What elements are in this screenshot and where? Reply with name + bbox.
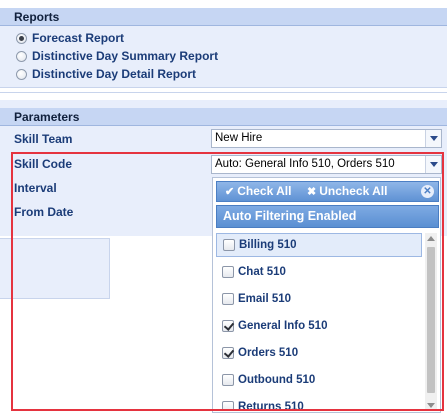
radio-checked-icon[interactable] bbox=[16, 32, 27, 44]
skill-code-value: Auto: General Info 510, Orders 510 bbox=[215, 158, 395, 170]
radio-distinctive-day-summary[interactable]: Distinctive Day Summary Report bbox=[16, 48, 218, 64]
checkbox[interactable] bbox=[222, 293, 234, 305]
x-icon: ✖ bbox=[307, 185, 317, 198]
list-item-label: Outbound 510 bbox=[238, 374, 316, 386]
list-item-billing[interactable]: Billing 510 bbox=[216, 233, 422, 257]
scroll-down-icon[interactable] bbox=[427, 403, 435, 408]
list-item-orders[interactable]: Orders 510 bbox=[216, 341, 422, 365]
check-all-button[interactable]: ✔ Check All bbox=[225, 184, 291, 198]
radio-label: Forecast Report bbox=[32, 31, 125, 45]
list-item-outbound[interactable]: Outbound 510 bbox=[216, 368, 422, 392]
checklist: Billing 510 Chat 510 Email 510 General I… bbox=[216, 233, 424, 411]
checkbox[interactable] bbox=[223, 239, 235, 251]
radio-label: Distinctive Day Summary Report bbox=[32, 49, 219, 63]
checkbox[interactable] bbox=[222, 374, 234, 386]
from-date-label: From Date bbox=[14, 205, 74, 219]
skill-code-select[interactable]: Auto: General Info 510, Orders 510 bbox=[211, 155, 442, 174]
checkmark-icon: ✔ bbox=[225, 185, 235, 198]
list-item-chat[interactable]: Chat 510 bbox=[216, 260, 422, 284]
checkbox-checked[interactable] bbox=[222, 347, 234, 359]
list-item-label: Orders 510 bbox=[238, 347, 299, 359]
skill-team-label: Skill Team bbox=[14, 132, 73, 146]
close-icon[interactable]: ✕ bbox=[421, 185, 434, 198]
list-item-label: Returns 510 bbox=[238, 401, 304, 411]
list-item-label: Email 510 bbox=[238, 293, 292, 305]
chevron-down-icon[interactable] bbox=[425, 130, 441, 147]
checkbox[interactable] bbox=[222, 401, 234, 411]
checkbox[interactable] bbox=[222, 266, 234, 278]
radio-unchecked-icon[interactable] bbox=[16, 68, 27, 80]
uncheck-all-label: Uncheck All bbox=[319, 184, 388, 198]
uncheck-all-button[interactable]: ✖ Uncheck All bbox=[307, 184, 387, 198]
list-item-label: Chat 510 bbox=[238, 266, 286, 278]
empty-frame-body bbox=[0, 298, 110, 413]
list-item-general-info[interactable]: General Info 510 bbox=[216, 314, 422, 338]
interval-label: Interval bbox=[14, 181, 57, 195]
reports-panel: Reports Forecast Report Distinctive Day … bbox=[0, 8, 447, 88]
checkbox-checked[interactable] bbox=[222, 320, 234, 332]
scroll-up-icon[interactable] bbox=[427, 236, 435, 241]
auto-filtering-banner: Auto Filtering Enabled bbox=[216, 205, 439, 228]
parameters-header: Parameters bbox=[0, 108, 447, 126]
list-item-returns[interactable]: Returns 510 bbox=[216, 395, 422, 411]
radio-forecast-report[interactable]: Forecast Report bbox=[16, 30, 124, 46]
list-item-email[interactable]: Email 510 bbox=[216, 287, 422, 311]
radio-distinctive-day-detail[interactable]: Distinctive Day Detail Report bbox=[16, 66, 196, 82]
list-item-label: Billing 510 bbox=[239, 239, 297, 251]
scroll-thumb[interactable] bbox=[427, 247, 435, 393]
check-all-label: Check All bbox=[237, 184, 292, 198]
skill-code-dropdown: ✔ Check All ✖ Uncheck All ✕ Auto Filteri… bbox=[212, 177, 441, 413]
skill-team-value: New Hire bbox=[215, 132, 263, 144]
skill-team-select[interactable]: New Hire bbox=[211, 129, 442, 148]
reports-header: Reports bbox=[0, 8, 447, 26]
panel-separator bbox=[0, 92, 447, 100]
skill-code-label: Skill Code bbox=[14, 157, 73, 171]
radio-label: Distinctive Day Detail Report bbox=[32, 67, 197, 81]
radio-unchecked-icon[interactable] bbox=[16, 50, 27, 62]
dropdown-toolbar: ✔ Check All ✖ Uncheck All ✕ bbox=[216, 181, 439, 202]
list-item-label: General Info 510 bbox=[238, 320, 328, 332]
dropdown-scrollbar[interactable] bbox=[425, 233, 437, 411]
chevron-down-icon[interactable] bbox=[425, 156, 441, 173]
